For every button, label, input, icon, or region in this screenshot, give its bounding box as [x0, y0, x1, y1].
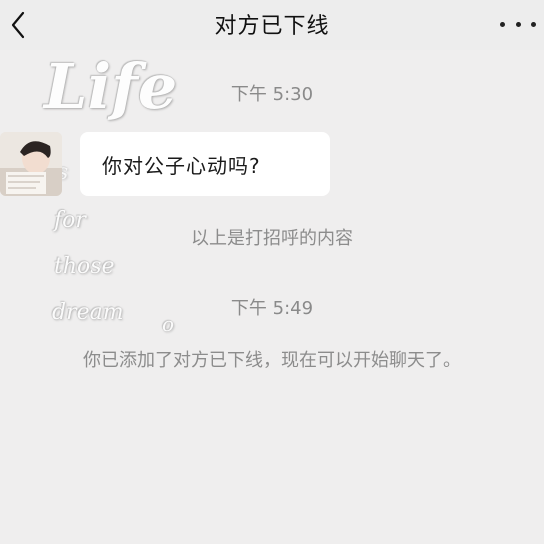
system-message: 你已添加了对方已下线，现在可以开始聊天了。 [83, 350, 461, 371]
more-dots-icon [500, 21, 505, 27]
timestamp: 下午 5:49 [230, 298, 314, 319]
message-bubble[interactable]: 你对公子心动吗? [80, 132, 330, 196]
avatar-image [0, 132, 62, 196]
system-message: 以上是打招呼的内容 [191, 228, 353, 249]
chat-header: 对方已下线 [0, 0, 544, 50]
timestamp: 下午 5:30 [230, 84, 314, 105]
more-dots-icon [531, 21, 536, 27]
more-dots-icon [515, 21, 521, 27]
avatar[interactable] [0, 132, 62, 196]
watermark-those: those [54, 254, 115, 279]
chat-title: 对方已下线 [214, 14, 330, 39]
message-text: 你对公子心动吗? [102, 153, 261, 178]
more-button[interactable] [500, 18, 536, 30]
